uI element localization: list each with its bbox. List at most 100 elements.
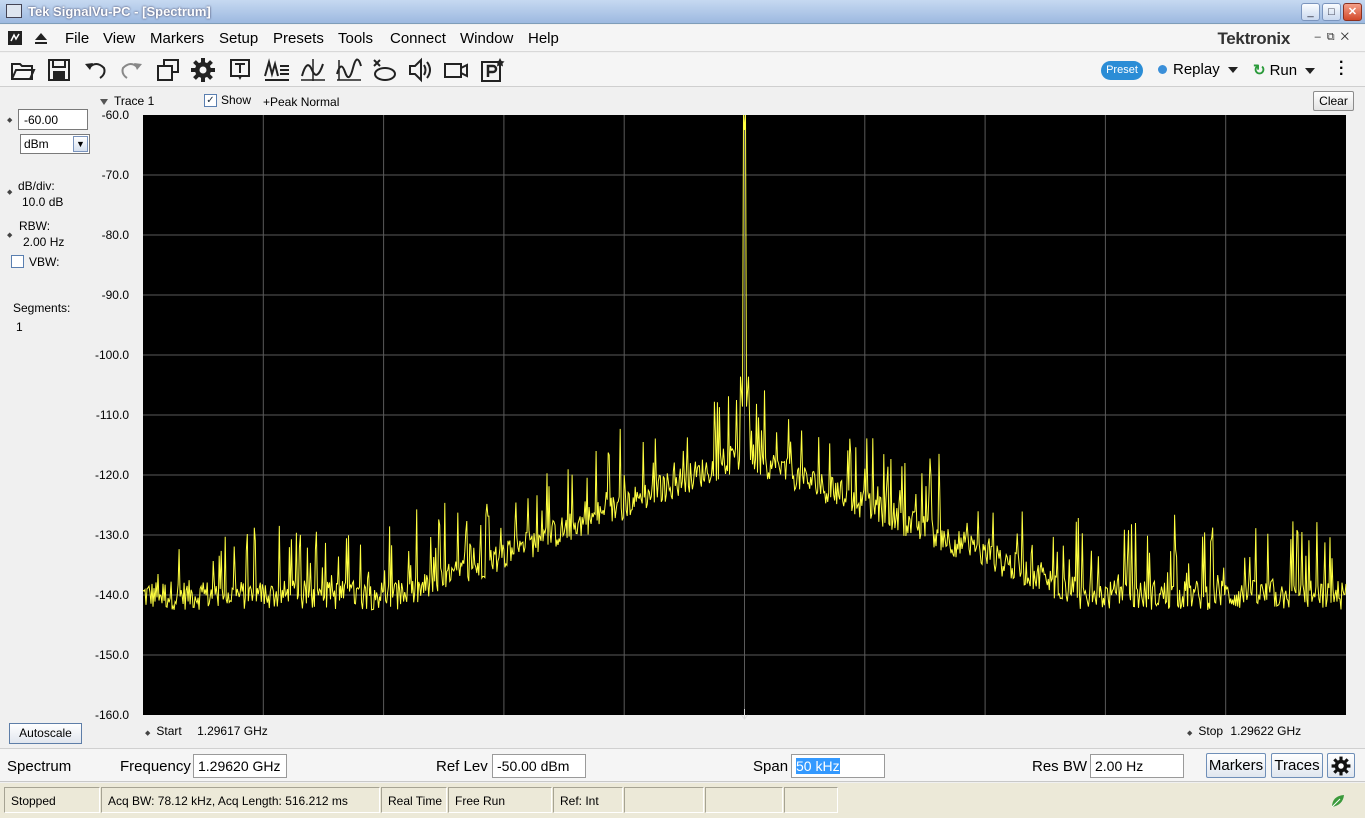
- rbw-value[interactable]: 2.00 Hz: [23, 235, 64, 249]
- db-div-label: dB/div:: [18, 179, 55, 193]
- chevron-down-icon: [1305, 68, 1316, 75]
- menu-bar: File View Markers Setup Presets Tools Co…: [0, 25, 1365, 52]
- audio-icon[interactable]: [406, 56, 434, 84]
- acquire-icon[interactable]: [263, 56, 291, 84]
- app-window: Tek SignalVu-PC - [Spectrum] _ □ ✕ File …: [0, 0, 1365, 818]
- vbw-label: VBW:: [29, 255, 60, 269]
- y-tick-label: -160.0: [95, 708, 129, 720]
- y-tick-label: -150.0: [95, 648, 129, 662]
- autoscale-button[interactable]: Autoscale: [9, 723, 82, 744]
- frequency-label: Frequency: [120, 758, 191, 775]
- run-label: Run: [1269, 62, 1298, 79]
- y-axis-ticks: -60.0 -70.0 -80.0 -90.0 -100.0 -110.0 -120.0 -1…: [95, 108, 129, 720]
- status-empty-1: [624, 787, 704, 813]
- camera-icon[interactable]: [442, 56, 470, 84]
- reference-status: Ref: Int: [553, 787, 623, 813]
- preset-button[interactable]: Preset: [1101, 61, 1143, 80]
- y-tick-label: -80.0: [102, 228, 130, 242]
- menu-connect[interactable]: Connect: [390, 30, 446, 47]
- stop-frequency-readout[interactable]: ◆ Stop 1.29622 GHz: [1187, 724, 1301, 738]
- run-state-status: Stopped: [4, 787, 100, 813]
- text-tool-icon[interactable]: [226, 56, 254, 84]
- display-settings-gear-icon[interactable]: [1327, 753, 1355, 778]
- stop-value: 1.29622 GHz: [1230, 724, 1302, 738]
- print-icon[interactable]: [478, 56, 506, 84]
- detector-label[interactable]: +Peak Normal: [263, 95, 339, 109]
- display-mode-label: Spectrum: [7, 758, 72, 775]
- run-button[interactable]: ↻ Run: [1253, 61, 1316, 79]
- markers-button[interactable]: Markers: [1206, 753, 1266, 778]
- trigger-status: Free Run: [448, 787, 552, 813]
- open-icon[interactable]: [9, 56, 37, 84]
- menu-tools[interactable]: Tools: [338, 30, 373, 47]
- redo-icon[interactable]: [117, 56, 145, 84]
- start-value: 1.29617 GHz: [197, 724, 268, 738]
- top-level-input[interactable]: -60.00: [18, 109, 88, 130]
- unit-select[interactable]: dBm ▼: [20, 134, 90, 154]
- replay-label: Replay: [1173, 61, 1220, 78]
- show-label: Show: [221, 93, 252, 107]
- y-tick-label: -60.0: [102, 108, 130, 122]
- frequency-input[interactable]: 1.29620 GHz: [193, 754, 287, 778]
- res-bw-label: Res BW: [1032, 758, 1088, 775]
- acquisition-status: Acq BW: 78.12 kHz, Acq Length: 516.212 m…: [101, 787, 380, 813]
- y-tick-label: -120.0: [95, 468, 129, 482]
- chevron-down-icon: [1227, 67, 1238, 74]
- spin-icon[interactable]: ◆: [7, 116, 12, 124]
- y-tick-label: -100.0: [95, 348, 129, 362]
- status-empty-2: [705, 787, 783, 813]
- realtime-status: Real Time: [381, 787, 447, 813]
- replay-dot-icon: [1158, 65, 1167, 74]
- close-button[interactable]: ✕: [1343, 3, 1362, 21]
- menu-markers[interactable]: Markers: [150, 30, 204, 47]
- brand-logo: Tektronix: [1217, 29, 1290, 48]
- settings-gear-icon[interactable]: [189, 56, 217, 84]
- menu-window[interactable]: Window: [460, 30, 513, 47]
- ref-lev-input[interactable]: -50.00 dBm: [492, 754, 586, 778]
- windows-icon[interactable]: [154, 56, 182, 84]
- replay-data-icon[interactable]: [370, 56, 398, 84]
- minimize-button[interactable]: _: [1301, 3, 1320, 21]
- spin-icon[interactable]: ◆: [7, 231, 12, 239]
- replay-button[interactable]: Replay: [1158, 61, 1238, 78]
- span-value: 50 kHz: [796, 758, 840, 774]
- menu-presets[interactable]: Presets: [273, 30, 324, 47]
- undo-icon[interactable]: [82, 56, 110, 84]
- spectrum-plot[interactable]: -60.0 -70.0 -80.0 -90.0 -100.0 -110.0 -120.0 -1…: [95, 108, 1350, 720]
- maximize-button[interactable]: □: [1322, 3, 1341, 21]
- vbw-checkbox[interactable]: [11, 255, 24, 268]
- chevron-down-icon: ▼: [73, 136, 88, 152]
- menu-view[interactable]: View: [103, 30, 135, 47]
- menu-file[interactable]: File: [65, 30, 89, 47]
- traces-button[interactable]: Traces: [1271, 753, 1323, 778]
- mdi-controls[interactable]: –⧉✕: [1315, 31, 1355, 44]
- spin-icon: ◆: [145, 730, 151, 737]
- trigger-icon[interactable]: [299, 56, 327, 84]
- title-bar: Tek SignalVu-PC - [Spectrum] _ □ ✕: [0, 0, 1365, 24]
- eject-icon[interactable]: [33, 30, 49, 46]
- trace-selector[interactable]: Trace 1: [100, 94, 154, 108]
- y-tick-label: -140.0: [95, 588, 129, 602]
- status-empty-3: [784, 787, 838, 813]
- res-bw-input[interactable]: 2.00 Hz: [1090, 754, 1184, 778]
- db-div-value[interactable]: 10.0 dB: [22, 195, 63, 209]
- y-tick-label: -90.0: [102, 288, 130, 302]
- menu-help[interactable]: Help: [528, 30, 559, 47]
- unit-value: dBm: [24, 137, 49, 151]
- menu-setup[interactable]: Setup: [219, 30, 258, 47]
- app-menu-icon[interactable]: [7, 30, 23, 46]
- y-tick-label: -130.0: [95, 528, 129, 542]
- more-options-icon[interactable]: · · ·: [1339, 55, 1345, 83]
- spin-icon: ◆: [1187, 730, 1193, 737]
- run-refresh-icon: ↻: [1253, 62, 1266, 79]
- stop-label-text: Stop: [1198, 724, 1224, 738]
- start-frequency-readout[interactable]: ◆ Start 1.29617 GHz: [145, 724, 268, 738]
- trace-name-label: Trace 1: [114, 94, 155, 108]
- measurement-control-bar: Spectrum Frequency 1.29620 GHz Ref Lev -…: [0, 748, 1365, 782]
- spin-icon[interactable]: ◆: [7, 188, 12, 196]
- y-tick-label: -110.0: [96, 408, 129, 422]
- span-input[interactable]: 50 kHz: [791, 754, 885, 778]
- save-icon[interactable]: [45, 56, 73, 84]
- show-checkbox[interactable]: ✓: [204, 94, 217, 107]
- waveform-icon[interactable]: [335, 56, 363, 84]
